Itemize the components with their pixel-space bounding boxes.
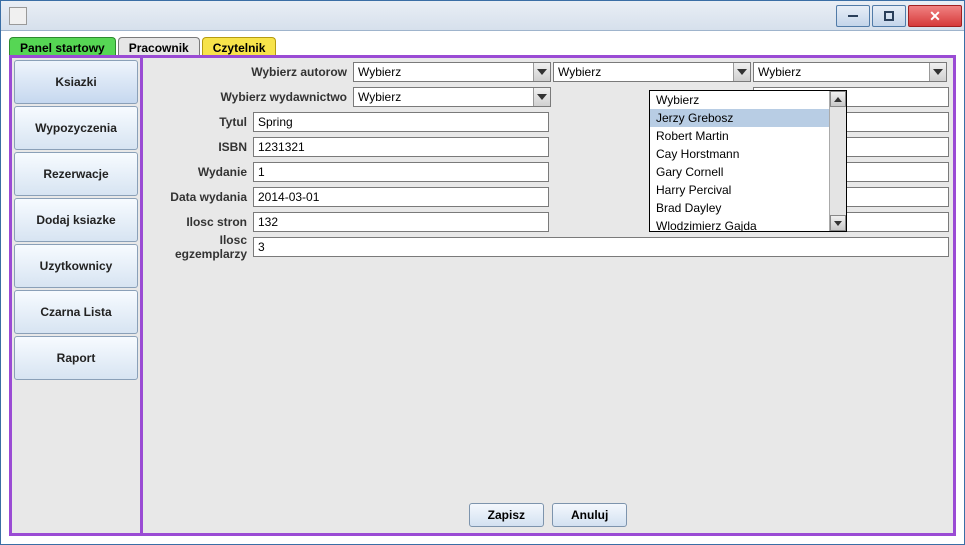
sidebar-item-czarna-lista[interactable]: Czarna Lista (14, 290, 138, 334)
combo-author-2-text: Wybierz (554, 65, 733, 79)
scroll-up-button[interactable] (830, 91, 846, 107)
dropdown-item[interactable]: Wlodzimierz Gajda (650, 217, 846, 231)
input-ilosc-egzemplarzy[interactable]: 3 (253, 237, 949, 257)
chevron-down-icon (929, 63, 946, 81)
author-dropdown-list[interactable]: WybierzJerzy GreboszRobert MartinCay Hor… (649, 90, 847, 232)
chevron-down-icon (733, 63, 750, 81)
minimize-button[interactable] (836, 5, 870, 27)
zapisz-button[interactable]: Zapisz (469, 503, 544, 527)
input-wydanie[interactable]: 1 (253, 162, 549, 182)
combo-wydawnictwo-text: Wybierz (354, 90, 533, 104)
sidebar-item-uzytkownicy[interactable]: Uzytkownicy (14, 244, 138, 288)
label-tytul: Tytul (147, 115, 253, 129)
dropdown-scrollbar[interactable] (829, 91, 846, 231)
combo-wydawnictwo[interactable]: Wybierz (353, 87, 551, 107)
label-data-wydania: Data wydania (147, 190, 253, 204)
main-panel: Wybierz autorow Wybierz Wybierz Wybierz (143, 58, 953, 533)
combo-author-3[interactable]: Wybierz (753, 62, 947, 82)
dropdown-item[interactable]: Cay Horstmann (650, 145, 846, 163)
sidebar-item-rezerwacje[interactable]: Rezerwacje (14, 152, 138, 196)
close-button[interactable]: ✕ (908, 5, 962, 27)
dropdown-item[interactable]: Robert Martin (650, 127, 846, 145)
content-frame: Ksiazki Wypozyczenia Rezerwacje Dodaj ks… (9, 55, 956, 536)
sidebar-item-wypozyczenia[interactable]: Wypozyczenia (14, 106, 138, 150)
label-wybierz-autorow: Wybierz autorow (147, 65, 353, 79)
label-wybierz-wydawnictwo: Wybierz wydawnictwo (147, 90, 353, 104)
anuluj-button[interactable]: Anuluj (552, 503, 627, 527)
sidebar-item-dodaj-ksiazke[interactable]: Dodaj ksiazke (14, 198, 138, 242)
dropdown-item[interactable]: Brad Dayley (650, 199, 846, 217)
dropdown-item[interactable]: Gary Cornell (650, 163, 846, 181)
dropdown-item[interactable]: Wybierz (650, 91, 846, 109)
sidebar: Ksiazki Wypozyczenia Rezerwacje Dodaj ks… (12, 58, 143, 533)
button-bar: Zapisz Anuluj (143, 503, 953, 527)
dropdown-item[interactable]: Harry Percival (650, 181, 846, 199)
combo-author-1-text: Wybierz (354, 65, 533, 79)
scroll-down-button[interactable] (830, 215, 846, 231)
label-ilosc-egzemplarzy: Ilosc egzemplarzy (147, 233, 253, 261)
combo-author-2[interactable]: Wybierz (553, 62, 751, 82)
input-ilosc-stron[interactable]: 132 (253, 212, 549, 232)
input-tytul[interactable]: Spring (253, 112, 549, 132)
dropdown-item[interactable]: Jerzy Grebosz (650, 109, 846, 127)
sidebar-item-ksiazki[interactable]: Ksiazki (14, 60, 138, 104)
maximize-button[interactable] (872, 5, 906, 27)
label-ilosc-stron: Ilosc stron (147, 215, 253, 229)
main-tabs: Panel startowy Pracownik Czytelnik (1, 31, 964, 58)
chevron-down-icon (533, 88, 550, 106)
chevron-down-icon (533, 63, 550, 81)
combo-author-1[interactable]: Wybierz (353, 62, 551, 82)
input-isbn[interactable]: 1231321 (253, 137, 549, 157)
sidebar-item-raport[interactable]: Raport (14, 336, 138, 380)
label-isbn: ISBN (147, 140, 253, 154)
app-icon (9, 7, 27, 25)
titlebar: ✕ (1, 1, 964, 31)
label-wydanie: Wydanie (147, 165, 253, 179)
input-data-wydania[interactable]: 2014-03-01 (253, 187, 549, 207)
combo-author-3-text: Wybierz (754, 65, 929, 79)
app-window: ✕ Panel startowy Pracownik Czytelnik Ksi… (0, 0, 965, 545)
